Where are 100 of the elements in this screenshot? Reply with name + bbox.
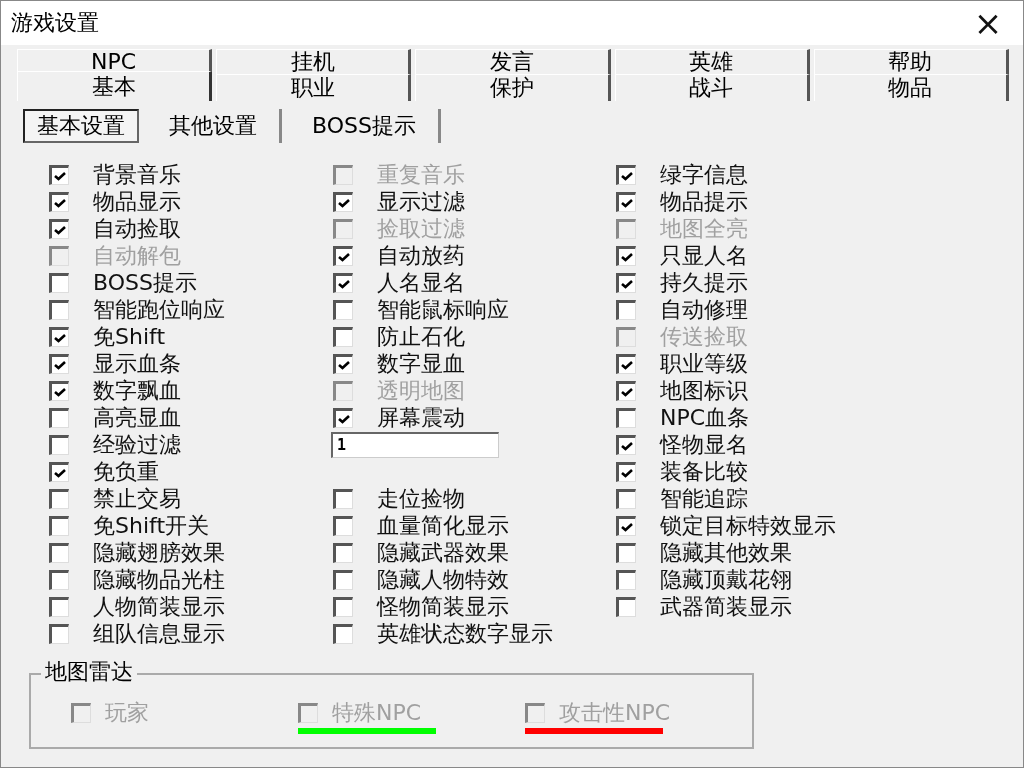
tab[interactable]: 英雄 xyxy=(614,49,810,74)
checkbox[interactable] xyxy=(616,461,636,482)
checkbox-label: 走位捡物 xyxy=(377,485,465,512)
checkbox-label: 免Shift xyxy=(93,323,165,350)
close-button[interactable]: × xyxy=(953,1,1023,45)
checkbox-label: 自动放药 xyxy=(377,242,465,269)
checkbox-label: 隐藏其他效果 xyxy=(660,539,792,566)
checkbox-label: 职业等级 xyxy=(660,350,748,377)
checkbox[interactable] xyxy=(616,434,636,455)
checkbox[interactable] xyxy=(333,299,353,320)
checkbox-label: 怪物显名 xyxy=(660,431,748,458)
tab[interactable]: 基本 xyxy=(17,71,213,101)
tab[interactable]: 物品 xyxy=(813,74,1009,101)
tab[interactable]: 帮助 xyxy=(813,49,1009,74)
checkbox-label: 背景音乐 xyxy=(93,161,181,188)
checkbox-label: 隐藏翅膀效果 xyxy=(93,539,225,566)
checkbox[interactable] xyxy=(49,326,69,347)
checkbox[interactable] xyxy=(49,596,69,617)
checkbox-label: 防止石化 xyxy=(377,323,465,350)
checkbox[interactable] xyxy=(49,407,69,428)
checkbox-label: 隐藏武器效果 xyxy=(377,539,509,566)
checkbox[interactable] xyxy=(333,623,353,644)
checkbox[interactable] xyxy=(616,380,636,401)
checkbox-label: 地图全亮 xyxy=(660,215,748,242)
checkbox-label: 隐藏顶戴花翎 xyxy=(660,566,792,593)
checkbox-label: 自动解包 xyxy=(93,242,181,269)
checkbox-label: BOSS提示 xyxy=(93,269,197,296)
checkbox[interactable] xyxy=(616,542,636,563)
checkbox-label: 英雄状态数字显示 xyxy=(377,620,553,647)
checkbox[interactable] xyxy=(333,542,353,563)
checkbox[interactable] xyxy=(333,569,353,590)
checkbox[interactable] xyxy=(616,245,636,266)
tab[interactable]: 发言 xyxy=(415,49,611,74)
checkbox-label: NPC血条 xyxy=(660,404,750,431)
checkbox[interactable] xyxy=(333,272,353,293)
checkbox-label: 攻击性NPC xyxy=(559,699,671,726)
checkbox[interactable] xyxy=(49,299,69,320)
checkbox[interactable] xyxy=(616,164,636,185)
checkbox[interactable] xyxy=(333,245,353,266)
checkbox-label: 捡取过滤 xyxy=(377,215,465,242)
checkbox[interactable] xyxy=(49,380,69,401)
checkbox[interactable] xyxy=(333,488,353,509)
checkbox-label: 只显人名 xyxy=(660,242,748,269)
checkbox[interactable] xyxy=(49,164,69,185)
checkbox[interactable] xyxy=(49,623,69,644)
checkbox[interactable] xyxy=(49,434,69,455)
input-field[interactable]: 1 xyxy=(331,431,499,458)
checkbox[interactable] xyxy=(49,272,69,293)
checkbox-label: 显示血条 xyxy=(93,350,181,377)
checkbox[interactable] xyxy=(616,596,636,617)
tab[interactable]: 保护 xyxy=(415,74,611,101)
checkbox[interactable] xyxy=(49,542,69,563)
tab[interactable]: 战斗 xyxy=(614,74,810,101)
checkbox[interactable] xyxy=(333,326,353,347)
checkbox[interactable] xyxy=(616,569,636,590)
checkbox-label: 装备比较 xyxy=(660,458,748,485)
tab[interactable]: 基本设置 xyxy=(23,109,139,143)
checkbox-label: 智能鼠标响应 xyxy=(377,296,509,323)
checkbox-label: 自动修理 xyxy=(660,296,748,323)
checkbox[interactable] xyxy=(49,353,69,374)
checkbox[interactable] xyxy=(49,191,69,212)
checkbox[interactable] xyxy=(616,407,636,428)
checkbox-label: 隐藏物品光柱 xyxy=(93,566,225,593)
checkbox[interactable] xyxy=(49,488,69,509)
checkbox-label: 显示过滤 xyxy=(377,188,465,215)
checkbox[interactable] xyxy=(333,191,353,212)
checkbox-label: 高亮显血 xyxy=(93,404,181,431)
checkbox-label: 自动捡取 xyxy=(93,215,181,242)
checkbox-label: 物品提示 xyxy=(660,188,748,215)
checkbox-label: 经验过滤 xyxy=(93,431,181,458)
checkbox-label: 持久提示 xyxy=(660,269,748,296)
checkbox[interactable] xyxy=(49,461,69,482)
checkbox[interactable] xyxy=(616,272,636,293)
checkbox[interactable] xyxy=(616,353,636,374)
checkbox-label: 物品显示 xyxy=(93,188,181,215)
checkbox-label: 透明地图 xyxy=(377,377,465,404)
checkbox[interactable] xyxy=(49,218,69,239)
window-title: 游戏设置 xyxy=(11,9,99,37)
checkbox-label: 免Shift开关 xyxy=(93,512,209,539)
checkbox[interactable] xyxy=(333,596,353,617)
checkbox-label: 玩家 xyxy=(105,699,149,726)
tab[interactable]: 挂机 xyxy=(216,49,412,74)
checkbox-label: 绿字信息 xyxy=(660,161,748,188)
checkbox[interactable] xyxy=(333,407,353,428)
checkbox-label: 智能追踪 xyxy=(660,485,748,512)
tab[interactable]: 职业 xyxy=(216,74,412,101)
checkbox[interactable] xyxy=(333,515,353,536)
checkbox[interactable] xyxy=(49,515,69,536)
checkbox-label: 隐藏人物特效 xyxy=(377,566,509,593)
checkbox[interactable] xyxy=(616,299,636,320)
checkbox-label: 锁定目标特效显示 xyxy=(660,512,836,539)
checkbox-label: 怪物简装显示 xyxy=(377,593,509,620)
checkbox[interactable] xyxy=(333,353,353,374)
checkbox[interactable] xyxy=(616,515,636,536)
checkbox[interactable] xyxy=(616,488,636,509)
checkbox-label: 免负重 xyxy=(93,458,159,485)
checkbox[interactable] xyxy=(616,191,636,212)
checkbox-label: 武器简装显示 xyxy=(660,593,792,620)
checkbox[interactable] xyxy=(49,569,69,590)
checkbox-label: 传送捡取 xyxy=(660,323,748,350)
